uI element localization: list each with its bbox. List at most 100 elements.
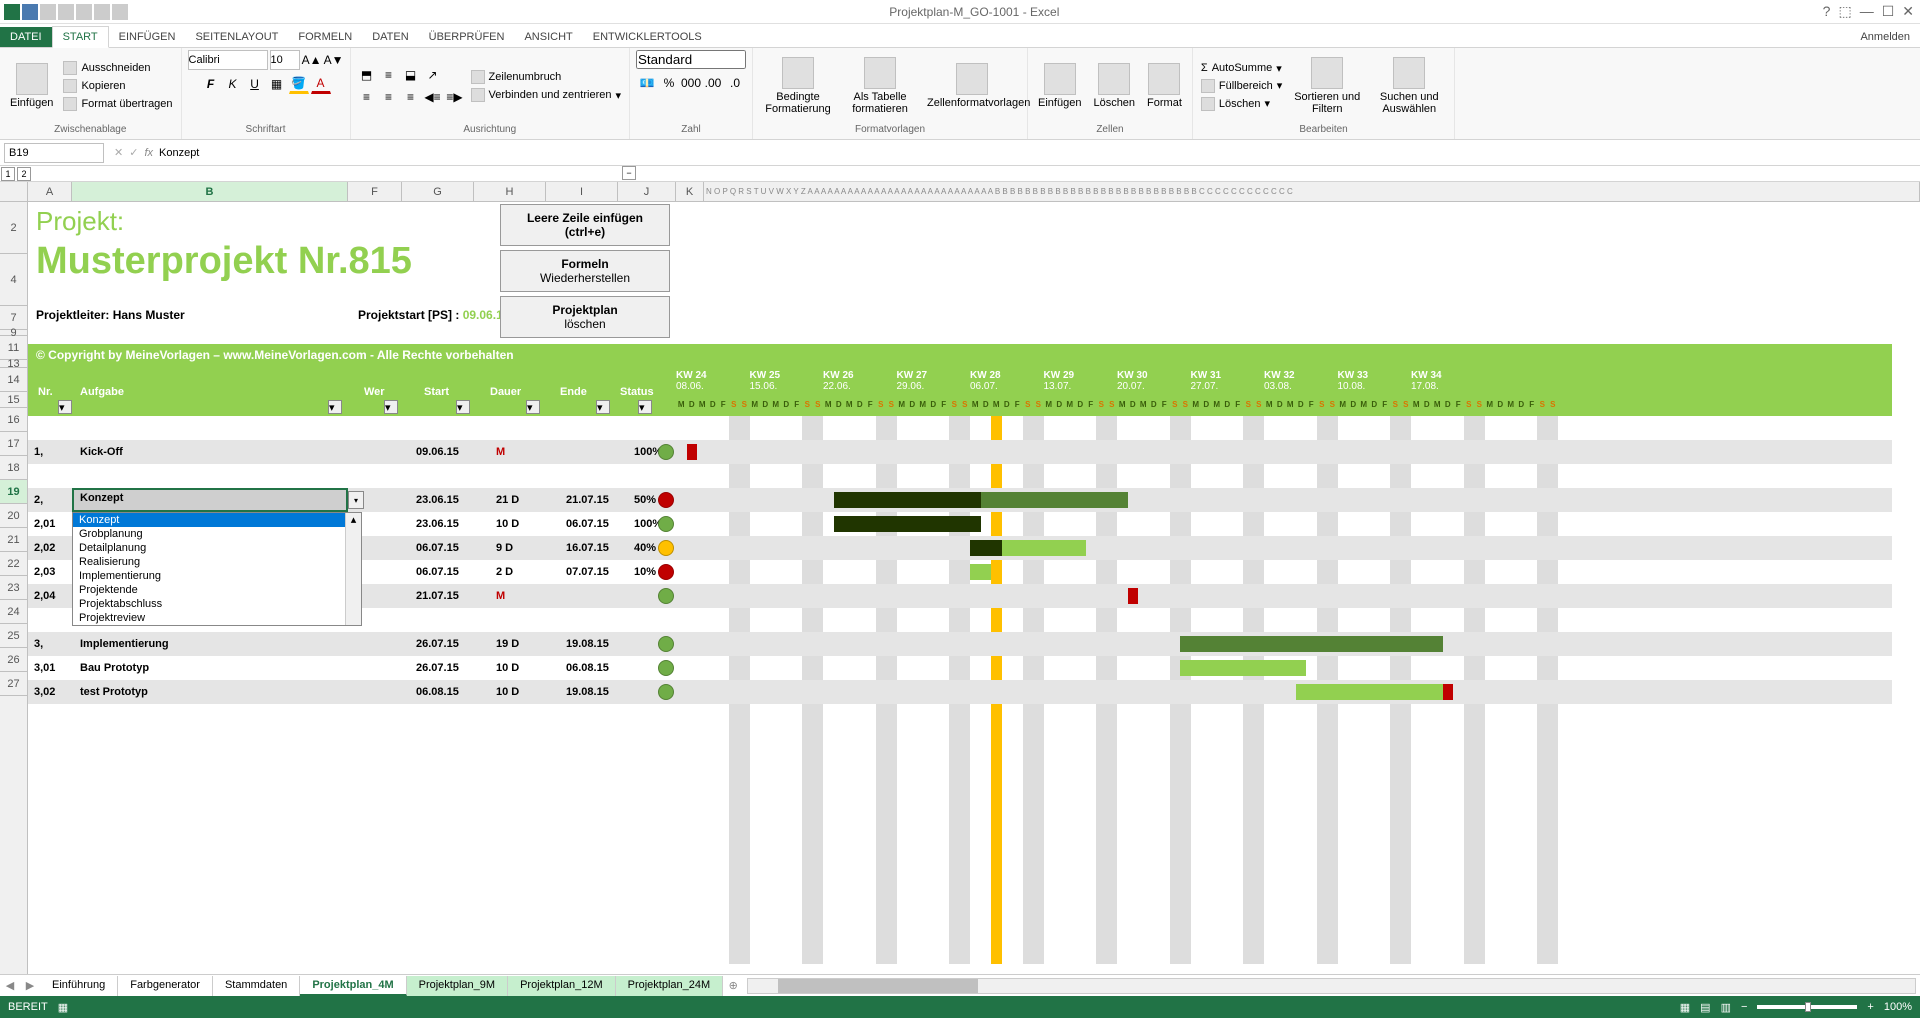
autosum-button[interactable]: Σ AutoSumme ▾ (1199, 61, 1284, 76)
dropdown-item[interactable]: Projektende (73, 583, 361, 597)
cell-dropdown-button[interactable]: ▾ (348, 491, 364, 509)
sheet-tab[interactable]: Stammdaten (213, 976, 300, 996)
format-painter-button[interactable]: Format übertragen (61, 96, 174, 112)
sort-icon[interactable] (76, 4, 92, 20)
filter-task[interactable]: ▾ (328, 400, 342, 414)
fx-icon[interactable]: fx (144, 147, 153, 159)
align-bottom-icon[interactable]: ⬓ (401, 65, 421, 85)
row-header[interactable]: 13 (0, 360, 27, 368)
align-center-icon[interactable]: ≡ (379, 87, 399, 107)
redo-icon[interactable] (58, 4, 74, 20)
align-top-icon[interactable]: ⬒ (357, 65, 377, 85)
zoom-level[interactable]: 100% (1884, 1001, 1912, 1013)
clear-button[interactable]: Löschen ▾ (1199, 96, 1284, 112)
tab-einfuegen[interactable]: EINFÜGEN (109, 27, 186, 47)
row-header[interactable]: 17 (0, 432, 27, 456)
horizontal-scrollbar[interactable] (747, 978, 1916, 994)
close-icon[interactable]: ✕ (1902, 3, 1914, 20)
ribbon-toggle-icon[interactable]: ⬚ (1838, 3, 1851, 20)
sheet-tab[interactable]: Projektplan_4M (300, 976, 406, 996)
align-right-icon[interactable]: ≡ (401, 87, 421, 107)
row-header[interactable]: 2 (0, 202, 27, 254)
add-sheet-button[interactable]: ⊕ (723, 979, 743, 992)
tab-datei[interactable]: DATEI (0, 27, 52, 47)
cancel-formula-icon[interactable]: ✕ (114, 146, 123, 159)
row-header[interactable]: 15 (0, 392, 27, 408)
filter-dauer[interactable]: ▾ (526, 400, 540, 414)
tab-seitenlayout[interactable]: SEITENLAYOUT (185, 27, 288, 47)
font-size-input[interactable] (270, 50, 300, 70)
select-all-corner[interactable] (0, 182, 28, 201)
comma-icon[interactable]: 000 (681, 73, 701, 93)
undo-icon[interactable] (40, 4, 56, 20)
filter-start[interactable]: ▾ (456, 400, 470, 414)
italic-button[interactable]: K (223, 74, 243, 94)
dropdown-item[interactable]: Realisierung (73, 555, 361, 569)
grid[interactable]: Projekt: Musterprojekt Nr.815 Projektlei… (28, 202, 1920, 974)
dropdown-item[interactable]: Projektabschluss (73, 597, 361, 611)
sheet-tab[interactable]: Projektplan_9M (407, 976, 508, 996)
cond-format-button[interactable]: Bedingte Formatierung (759, 55, 837, 117)
bold-button[interactable]: F (201, 74, 221, 94)
row-header[interactable]: 19 (0, 480, 27, 504)
maximize-icon[interactable]: ☐ (1882, 3, 1895, 20)
fill-button[interactable]: Füllbereich ▾ (1199, 78, 1284, 94)
zoom-thumb[interactable] (1805, 1002, 1811, 1012)
cell-styles-button[interactable]: Zellenformatvorlagen (923, 61, 1021, 111)
dec-decimal-icon[interactable]: .0 (725, 73, 745, 93)
orientation-icon[interactable]: ↗ (423, 65, 443, 85)
zoom-in-icon[interactable]: + (1867, 1001, 1873, 1013)
formula-input[interactable]: Konzept (159, 147, 1914, 159)
row-header[interactable]: 22 (0, 552, 27, 576)
tab-formeln[interactable]: FORMELN (288, 27, 362, 47)
paste-button[interactable]: Einfügen (6, 61, 57, 111)
save-icon[interactable] (22, 4, 38, 20)
tab-nav-prev[interactable]: ◀ (0, 979, 20, 992)
gantt-row[interactable] (28, 416, 1892, 440)
row-header[interactable]: 27 (0, 672, 27, 696)
macro-icon[interactable]: ▦ (58, 1001, 68, 1014)
view-layout-icon[interactable]: ▤ (1700, 1001, 1710, 1014)
outline-2[interactable]: 2 (17, 167, 31, 181)
row-header[interactable]: 23 (0, 576, 27, 600)
row-header[interactable]: 16 (0, 408, 27, 432)
tab-entwickler[interactable]: ENTWICKLERTOOLS (583, 27, 712, 47)
dropdown-item[interactable]: Projektreview (73, 611, 361, 625)
dropdown-item[interactable]: Konzept (73, 513, 361, 527)
sheet-tab[interactable]: Projektplan_24M (616, 976, 724, 996)
outline-1[interactable]: 1 (1, 167, 15, 181)
tab-nav-next[interactable]: ▶ (20, 979, 40, 992)
sheet-tab[interactable]: Einführung (40, 976, 118, 996)
zoom-slider[interactable] (1757, 1005, 1857, 1009)
sheet-tab[interactable]: Farbgenerator (118, 976, 213, 996)
sheet-tab[interactable]: Projektplan_12M (508, 976, 616, 996)
login-link[interactable]: Anmelden (1850, 27, 1920, 47)
sort-filter-button[interactable]: Sortieren und Filtern (1288, 55, 1366, 117)
gantt-row[interactable]: 1,Kick-Off09.06.15M100% (28, 440, 1892, 464)
dropdown-item[interactable]: Implementierung (73, 569, 361, 583)
view-pagebreak-icon[interactable]: ▥ (1721, 1001, 1731, 1014)
gantt-row[interactable]: 3,01Bau Prototyp26.07.1510 D06.08.15 (28, 656, 1892, 680)
col-i[interactable]: I (546, 182, 618, 201)
col-k[interactable]: K (676, 182, 704, 201)
delete-cells-button[interactable]: Löschen (1089, 61, 1139, 111)
minimize-icon[interactable]: — (1860, 3, 1874, 20)
tab-ansicht[interactable]: ANSICHT (514, 27, 582, 47)
gantt-row[interactable]: 3,Implementierung26.07.1519 D19.08.15 (28, 632, 1892, 656)
scrollbar-thumb[interactable] (778, 979, 978, 993)
dropdown-scrollbar[interactable]: ▴ (345, 513, 361, 625)
tab-ueberpruefen[interactable]: ÜBERPRÜFEN (419, 27, 515, 47)
format-cells-button[interactable]: Format (1143, 61, 1186, 111)
font-color-button[interactable]: A (311, 74, 331, 94)
col-a[interactable]: A (28, 182, 72, 201)
percent-icon[interactable]: % (659, 73, 679, 93)
preview-icon[interactable] (112, 4, 128, 20)
insert-cells-button[interactable]: Einfügen (1034, 61, 1085, 111)
align-left-icon[interactable]: ≡ (357, 87, 377, 107)
underline-button[interactable]: U (245, 74, 265, 94)
col-g[interactable]: G (402, 182, 474, 201)
accept-formula-icon[interactable]: ✓ (129, 146, 138, 159)
col-b[interactable]: B (72, 182, 348, 201)
filter-ende[interactable]: ▾ (596, 400, 610, 414)
dropdown-item[interactable]: Detailplanung (73, 541, 361, 555)
